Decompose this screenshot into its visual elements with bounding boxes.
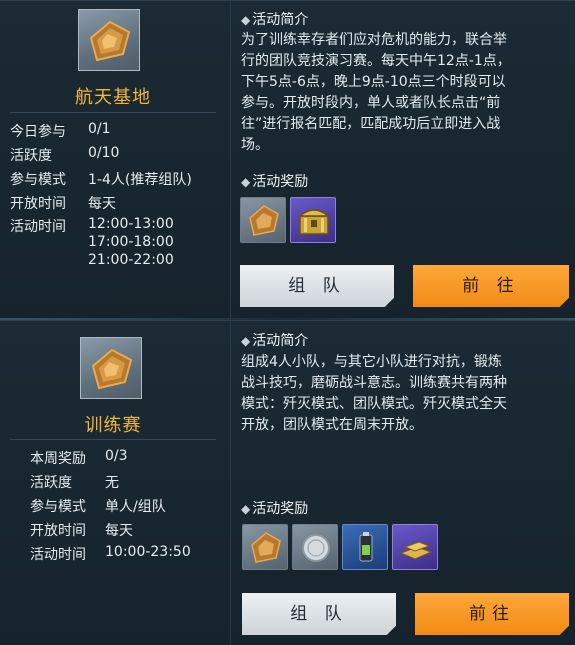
activity-title: 航天基地: [75, 87, 151, 108]
reward-heading: ◆ 活动奖励: [241, 501, 309, 517]
badge-icon: [78, 9, 140, 71]
activity-summary: 训练赛 本周奖励 0/3 活跃度 无 参与模式 单人/组队 开放时间 每天 活动…: [0, 321, 226, 645]
divider: [10, 112, 216, 113]
intro-heading: ◆ 活动简介: [241, 333, 309, 349]
info-row: 参与模式 单人/组队: [30, 499, 166, 515]
gold-bars-icon[interactable]: [392, 524, 438, 570]
activity-card-space-base: 航天基地 今日参与 0/1 活跃度 0/10 参与模式 1-4人(推荐组队) 开…: [0, 0, 575, 319]
diamond-icon: ◆: [241, 13, 251, 27]
diamond-icon: ◆: [241, 334, 251, 348]
info-row: 活动时间 10:00-23:50: [30, 544, 191, 563]
info-row: 活跃度 无: [30, 475, 119, 491]
activity-title: 训练赛: [84, 415, 142, 436]
intro-text: 组成4人小队，与其它小队进行对抗，锻炼 战斗技巧，磨砺战斗意志。训练赛共有两种 …: [241, 354, 507, 433]
info-row: 活跃度 0/10: [10, 145, 120, 164]
go-button[interactable]: 前 往: [413, 265, 569, 307]
energy-drink-icon[interactable]: [342, 524, 388, 570]
badge-icon: [80, 337, 142, 399]
silver-coin-icon[interactable]: [292, 524, 338, 570]
time-slot: 17:00-18:00: [88, 234, 174, 250]
info-row: 活动时间 12:00-13:00: [10, 216, 174, 235]
diamond-icon: ◆: [241, 502, 251, 516]
info-row: 本周奖励 0/3: [30, 448, 128, 467]
go-button[interactable]: 前往: [415, 593, 569, 635]
activity-details: ◆ 活动简介 为了训练幸存者们应对危机的能力，联合举 行的团队竞技演习赛。每天中午…: [230, 1, 575, 319]
activity-summary: 航天基地 今日参与 0/1 活跃度 0/10 参与模式 1-4人(推荐组队) 开…: [0, 1, 226, 319]
info-row: 今日参与 0/1: [10, 121, 111, 140]
info-row: 开放时间 每天: [10, 196, 116, 212]
activity-details: ◆ 活动简介 组成4人小队，与其它小队进行对抗，锻炼 战斗技巧，磨砺战斗意志。训练…: [230, 321, 575, 645]
intro-text: 为了训练幸存者们应对危机的能力，联合举 行的团队竞技演习赛。每天中午12点-1点…: [241, 32, 511, 153]
time-slot: 21:00-22:00: [88, 252, 174, 268]
divider: [10, 439, 216, 440]
reward-heading: ◆ 活动奖励: [241, 174, 309, 190]
treasure-chest-icon[interactable]: [290, 197, 336, 243]
badge-icon[interactable]: [240, 197, 286, 243]
badge-icon[interactable]: [242, 524, 288, 570]
activity-card-training-match: 训练赛 本周奖励 0/3 活跃度 无 参与模式 单人/组队 开放时间 每天 活动…: [0, 320, 575, 645]
info-row: 开放时间 每天: [30, 523, 133, 539]
team-button[interactable]: 组 队: [242, 593, 396, 635]
info-row: 参与模式 1-4人(推荐组队): [10, 172, 192, 188]
intro-heading: ◆ 活动简介: [241, 12, 309, 28]
team-button[interactable]: 组 队: [240, 265, 394, 307]
diamond-icon: ◆: [241, 175, 251, 189]
